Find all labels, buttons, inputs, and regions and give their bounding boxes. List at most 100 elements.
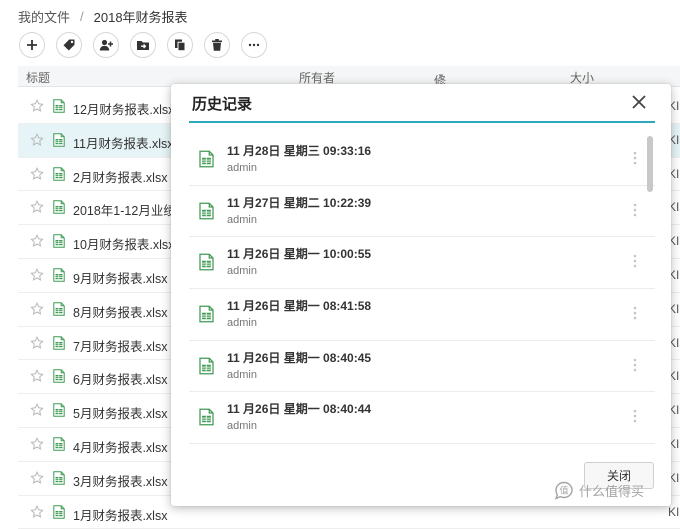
star-icon[interactable] [30, 166, 44, 181]
delete-button[interactable] [204, 32, 230, 58]
star-icon[interactable] [30, 335, 44, 350]
excel-file-icon [53, 335, 65, 350]
file-name[interactable]: 3月财务报表.xlsx [73, 471, 167, 490]
more-vertical-icon[interactable] [633, 253, 637, 269]
file-name[interactable]: 2月财务报表.xlsx [73, 167, 167, 186]
star-icon[interactable] [30, 99, 44, 113]
history-item[interactable]: 11 月27日 星期二 10:22:39 admin [189, 186, 655, 238]
more-icon [248, 43, 260, 47]
file-name[interactable]: 6月财务报表.xlsx [73, 369, 167, 388]
breadcrumb-root[interactable]: 我的文件 [18, 7, 70, 26]
history-user: admin [227, 213, 257, 226]
more-vertical-icon[interactable] [633, 357, 637, 373]
excel-file-icon [53, 133, 65, 147]
file-name[interactable]: 11月财务报表.xlsx [73, 133, 173, 152]
add-user-icon [99, 39, 113, 51]
excel-file-icon [53, 268, 65, 282]
scrollbar[interactable] [647, 136, 653, 192]
excel-file-icon [199, 357, 214, 375]
excel-file-icon [199, 254, 214, 271]
history-user: admin [227, 420, 257, 433]
history-time: 11 月27日 星期二 10:22:39 [227, 195, 372, 210]
star-icon[interactable] [30, 132, 44, 147]
file-name[interactable]: 8月财务报表.xlsx [73, 302, 167, 321]
history-time: 11 月26日 星期一 08:40:45 [227, 350, 372, 365]
history-dialog: 历史记录 11 月28日 星期三 09:33:16 admin 11 月27日 星期… [171, 84, 671, 506]
history-item[interactable]: 11 月26日 星期一 08:40:44 admin [189, 392, 655, 444]
close-icon[interactable] [631, 94, 647, 110]
excel-file-icon [199, 305, 214, 323]
excel-file-icon [199, 409, 214, 426]
file-name[interactable]: 5月财务报表.xlsx [73, 403, 167, 422]
column-title[interactable]: 标题 [26, 69, 50, 86]
more-vertical-icon[interactable] [633, 305, 637, 321]
excel-file-icon [53, 504, 65, 519]
excel-file-icon [53, 437, 65, 451]
excel-file-icon [53, 99, 65, 113]
excel-file-icon [199, 202, 214, 220]
history-time: 11 月28日 星期三 09:33:16 [227, 144, 372, 158]
watermark-logo-icon: 值 [554, 481, 573, 500]
file-name[interactable]: 10月财务报表.xlsx [73, 234, 174, 253]
watermark-text: 什么值得买 [579, 483, 645, 499]
breadcrumb-separator: / [80, 9, 84, 24]
history-time: 11 月26日 星期一 10:00:55 [227, 247, 372, 262]
file-name[interactable]: 2018年1-12月业绩 [73, 200, 176, 219]
dialog-title-underline [189, 121, 655, 123]
sort-caret-icon: ▼ [437, 72, 445, 81]
star-icon[interactable] [30, 301, 44, 316]
file-name[interactable]: 9月财务报表.xlsx [73, 268, 167, 287]
star-icon[interactable] [30, 403, 44, 417]
watermark: 值 什么值得买 [553, 480, 644, 500]
file-name[interactable]: 12月财务报表.xlsx [73, 99, 174, 118]
excel-file-icon [199, 150, 214, 168]
new-button[interactable] [19, 32, 45, 58]
toolbar [19, 32, 267, 58]
breadcrumb-current: 2018年财务报表 [93, 10, 188, 25]
history-item[interactable]: 11 月26日 星期一 10:00:55 admin [189, 237, 655, 290]
tag-button[interactable] [56, 32, 82, 58]
more-vertical-icon[interactable] [633, 202, 637, 218]
history-item[interactable]: 11 月26日 星期一 08:41:58 admin [189, 289, 655, 341]
excel-file-icon [53, 234, 65, 248]
more-vertical-icon[interactable] [633, 408, 637, 424]
share-user-button[interactable] [93, 32, 119, 58]
more-vertical-icon[interactable] [633, 150, 637, 166]
history-user: admin [227, 368, 257, 381]
move-button[interactable] [130, 32, 156, 58]
file-name[interactable]: 1月财务报表.xlsx [73, 505, 167, 524]
history-user: admin [227, 162, 257, 174]
star-icon[interactable] [30, 470, 44, 485]
file-name[interactable]: 4月财务报表.xlsx [73, 437, 167, 456]
file-name[interactable]: 7月财务报表.xlsx [73, 336, 167, 355]
history-list: 11 月28日 星期三 09:33:16 admin 11 月27日 星期二 10:… [189, 134, 655, 444]
star-icon[interactable] [30, 234, 44, 248]
star-icon[interactable] [30, 369, 44, 383]
history-time: 11 月26日 星期一 08:40:44 [227, 402, 372, 417]
trash-icon [212, 39, 222, 51]
star-icon[interactable] [30, 436, 44, 451]
file-size: KI [668, 504, 680, 519]
tag-icon [63, 39, 75, 51]
svg-text:值: 值 [559, 485, 568, 497]
plus-icon [27, 40, 37, 50]
history-user: admin [227, 317, 257, 330]
copy-icon [175, 39, 186, 52]
excel-file-icon [53, 369, 65, 384]
excel-file-icon [53, 403, 65, 417]
history-user: admin [227, 265, 257, 278]
star-icon[interactable] [30, 504, 44, 519]
copy-button[interactable] [167, 32, 193, 58]
history-item[interactable]: 11 月28日 星期三 09:33:16 admin [189, 134, 655, 186]
more-button[interactable] [241, 32, 267, 58]
excel-file-icon [53, 200, 65, 215]
dialog-title: 历史记录 [192, 96, 253, 113]
star-icon[interactable] [30, 268, 44, 282]
breadcrumb: 我的文件 / 2018年财务报表 [18, 7, 188, 26]
excel-file-icon [53, 302, 65, 316]
history-item[interactable]: 11 月26日 星期一 08:40:45 admin [189, 341, 655, 393]
history-time: 11 月26日 星期一 08:41:58 [227, 299, 372, 314]
move-folder-icon [137, 41, 149, 50]
star-icon[interactable] [30, 200, 44, 214]
excel-file-icon [53, 471, 65, 485]
